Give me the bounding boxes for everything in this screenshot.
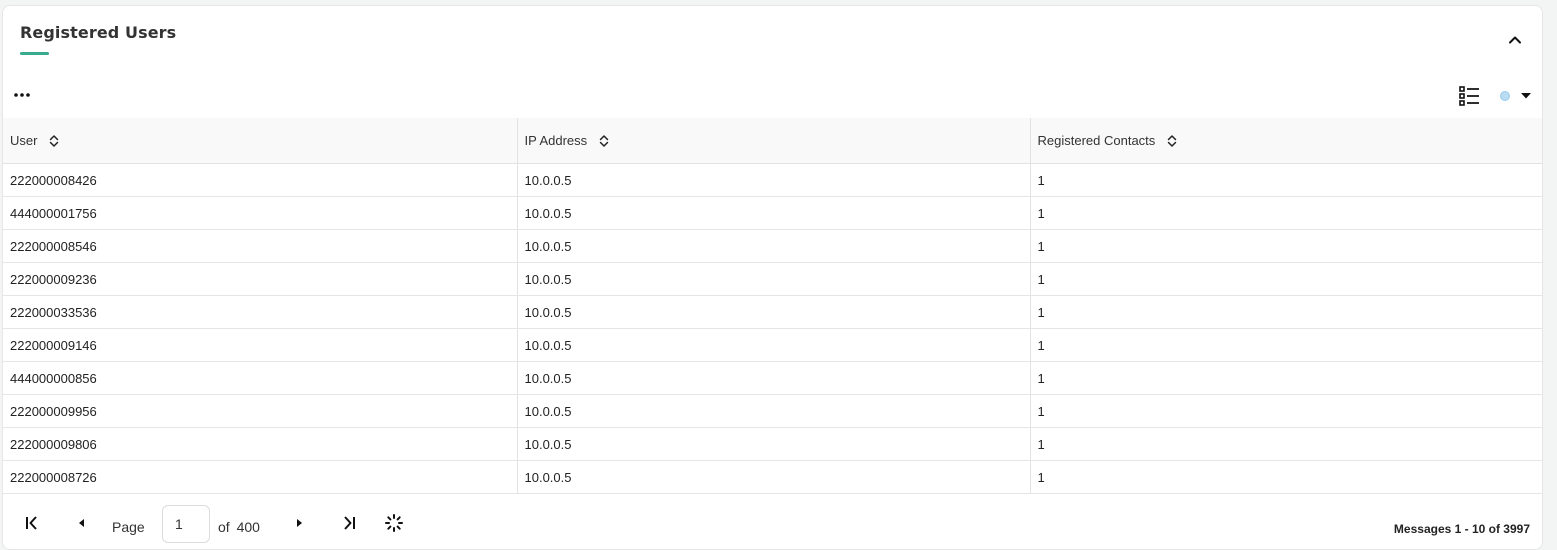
title-underline bbox=[20, 52, 49, 55]
messages-summary: Messages 1 - 10 of 3997 bbox=[1393, 522, 1530, 536]
column-header-ip-address[interactable]: IP Address bbox=[517, 118, 1031, 164]
cell-registered-contacts: 1 bbox=[1030, 361, 1542, 395]
column-header-registered-contacts[interactable]: Registered Contacts bbox=[1030, 118, 1542, 164]
table-header-row: User IP Address Registered Contacts bbox=[3, 118, 1542, 164]
loading-spinner-icon bbox=[385, 514, 403, 532]
cell-ip-address: 10.0.0.5 bbox=[517, 460, 1031, 494]
cell-registered-contacts: 1 bbox=[1030, 427, 1542, 461]
table-row[interactable]: 222000009146 10.0.0.5 1 bbox=[3, 328, 1542, 362]
column-header-user[interactable]: User bbox=[3, 118, 518, 164]
more-options-button[interactable] bbox=[11, 86, 35, 104]
registered-users-table: User IP Address Registered Contacts 2220… bbox=[3, 118, 1542, 494]
table-row[interactable]: 222000008546 10.0.0.5 1 bbox=[3, 229, 1542, 263]
cell-registered-contacts: 1 bbox=[1030, 196, 1542, 230]
column-header-label: Registered Contacts bbox=[1037, 133, 1156, 148]
sort-icon[interactable] bbox=[49, 134, 59, 148]
table-row[interactable]: 222000009956 10.0.0.5 1 bbox=[3, 394, 1542, 428]
next-page-button[interactable] bbox=[289, 513, 309, 533]
cell-ip-address: 10.0.0.5 bbox=[517, 328, 1031, 362]
first-page-icon bbox=[26, 516, 37, 530]
cell-registered-contacts: 1 bbox=[1030, 460, 1542, 494]
pagination-bar: Page of 400 bbox=[3, 503, 1542, 547]
cell-user: 222000009236 bbox=[3, 262, 518, 296]
cell-user: 444000001756 bbox=[3, 196, 518, 230]
table-row[interactable]: 444000000856 10.0.0.5 1 bbox=[3, 361, 1542, 395]
last-page-button[interactable] bbox=[339, 513, 359, 533]
cell-ip-address: 10.0.0.5 bbox=[517, 196, 1031, 230]
table-row[interactable]: 222000033536 10.0.0.5 1 bbox=[3, 295, 1542, 329]
table-row[interactable]: 222000008426 10.0.0.5 1 bbox=[3, 163, 1542, 197]
cell-ip-address: 10.0.0.5 bbox=[517, 295, 1031, 329]
status-dropdown[interactable] bbox=[1495, 87, 1539, 105]
cell-ip-address: 10.0.0.5 bbox=[517, 229, 1031, 263]
cell-ip-address: 10.0.0.5 bbox=[517, 163, 1031, 197]
table-row[interactable]: 222000009806 10.0.0.5 1 bbox=[3, 427, 1542, 461]
list-view-icon bbox=[1459, 86, 1479, 106]
collapse-button[interactable] bbox=[1503, 28, 1527, 52]
sort-icon[interactable] bbox=[1167, 134, 1177, 148]
cell-user: 222000033536 bbox=[3, 295, 518, 329]
previous-page-icon bbox=[79, 519, 84, 527]
table-row[interactable]: 222000008726 10.0.0.5 1 bbox=[3, 460, 1542, 494]
page-number-input[interactable] bbox=[162, 505, 210, 543]
cell-user: 222000008546 bbox=[3, 229, 518, 263]
cell-ip-address: 10.0.0.5 bbox=[517, 427, 1031, 461]
last-page-icon bbox=[344, 516, 355, 530]
total-pages-value: 400 bbox=[236, 519, 260, 535]
cell-registered-contacts: 1 bbox=[1030, 394, 1542, 428]
first-page-button[interactable] bbox=[22, 513, 42, 533]
column-header-label: User bbox=[10, 133, 38, 148]
cell-registered-contacts: 1 bbox=[1030, 295, 1542, 329]
cell-ip-address: 10.0.0.5 bbox=[517, 262, 1031, 296]
refresh-button[interactable] bbox=[384, 513, 404, 533]
sort-icon[interactable] bbox=[599, 134, 609, 148]
page-label: Page bbox=[112, 519, 145, 535]
cell-user: 222000008726 bbox=[3, 460, 518, 494]
cell-registered-contacts: 1 bbox=[1030, 262, 1542, 296]
column-header-label: IP Address bbox=[524, 133, 588, 148]
previous-page-button[interactable] bbox=[72, 513, 92, 533]
more-horizontal-icon bbox=[14, 93, 30, 97]
chevron-up-icon bbox=[1509, 36, 1521, 44]
registered-users-panel: Registered Users User IP Address Registe… bbox=[2, 5, 1543, 550]
cell-user: 222000008426 bbox=[3, 163, 518, 197]
cell-registered-contacts: 1 bbox=[1030, 229, 1542, 263]
table-row[interactable]: 444000001756 10.0.0.5 1 bbox=[3, 196, 1542, 230]
cell-registered-contacts: 1 bbox=[1030, 328, 1542, 362]
panel-title: Registered Users bbox=[20, 23, 177, 42]
total-pages-label: of 400 bbox=[218, 519, 260, 535]
cell-user: 222000009806 bbox=[3, 427, 518, 461]
cell-user: 222000009146 bbox=[3, 328, 518, 362]
status-indicator-icon bbox=[1500, 91, 1510, 101]
cell-ip-address: 10.0.0.5 bbox=[517, 361, 1031, 395]
cell-registered-contacts: 1 bbox=[1030, 163, 1542, 197]
of-label: of bbox=[218, 519, 230, 535]
list-view-button[interactable] bbox=[1456, 83, 1482, 109]
cell-user: 222000009956 bbox=[3, 394, 518, 428]
next-page-icon bbox=[297, 519, 302, 527]
cell-user: 444000000856 bbox=[3, 361, 518, 395]
table-row[interactable]: 222000009236 10.0.0.5 1 bbox=[3, 262, 1542, 296]
cell-ip-address: 10.0.0.5 bbox=[517, 394, 1031, 428]
caret-down-icon bbox=[1521, 93, 1531, 99]
